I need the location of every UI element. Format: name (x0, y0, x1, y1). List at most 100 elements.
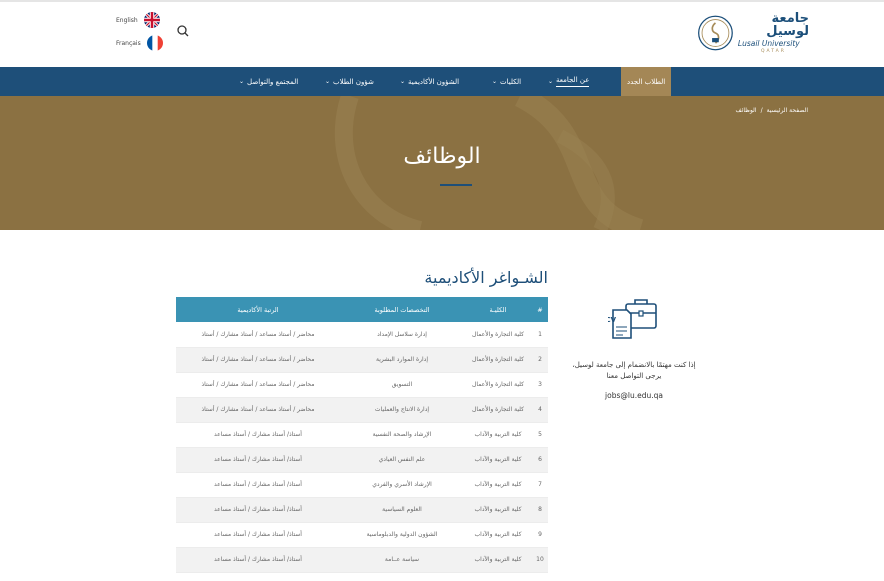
logo-english-text: Lusail University (737, 39, 800, 48)
contact-invitation-line2: يرجى التواصل معنا (606, 371, 662, 380)
table-cell-rank: أستاذ/ أستاذ مشارك / أستاذ مساعد (176, 447, 340, 473)
table-cell-number: 1 (532, 322, 548, 348)
table-row: 4 كلية التجارة والأعمال إدارة الانتاج وا… (176, 397, 548, 423)
nav-academic-affairs[interactable]: ⌄ الشؤون الأكاديمية (400, 67, 459, 96)
table-row: 7 كلية التربية والآداب الإرشاد الأسري وا… (176, 472, 548, 498)
table-cell-rank: محاضر / أستاذ مساعد / أستاذ مشارك / أستا… (176, 397, 340, 423)
nav-community-label: المجتمع والتواصل (247, 77, 299, 86)
table-header-college: الكليـة (464, 297, 532, 322)
section-title: الشـواغر الأكاديمية (424, 268, 548, 287)
table-cell-specialization: إدارة سلاسل الإمداد (340, 322, 464, 348)
table-cell-number: 10 (532, 547, 548, 573)
logo-country-text: QATAR (761, 48, 786, 54)
uk-flag-icon (143, 12, 160, 28)
table-cell-specialization: التسويق (340, 372, 464, 398)
breadcrumb-separator: / (760, 107, 763, 114)
language-english-link[interactable]: English (116, 12, 160, 28)
table-cell-specialization: إدارة الموارد البشرية (340, 347, 464, 373)
nav-new-students-label: الطلاب الجدد (627, 77, 666, 86)
table-cell-college: كلية التربية والآداب (464, 547, 532, 573)
table-row: 1 كلية التجارة والأعمال إدارة سلاسل الإم… (176, 322, 548, 348)
language-english-label: English (116, 16, 138, 24)
nav-colleges-label: الكليات (500, 77, 522, 86)
table-header-row: # الكليـة التخصصات المطلوبة الرتبة الأكا… (176, 297, 548, 322)
nav-new-students[interactable]: الطلاب الجدد (621, 67, 672, 96)
svg-text:CV: CV (608, 316, 617, 324)
search-icon (177, 25, 189, 37)
nav-community[interactable]: ⌄ المجتمع والتواصل (239, 67, 298, 96)
nav-student-affairs-label: شؤون الطلاب (333, 77, 374, 86)
chevron-down-icon: ⌄ (400, 78, 406, 85)
table-cell-specialization: علم النفس العيادي (340, 447, 464, 473)
table-cell-specialization: العلوم السياسية (340, 497, 464, 523)
academic-vacancies-table: # الكليـة التخصصات المطلوبة الرتبة الأكا… (176, 297, 548, 573)
chevron-down-icon: ⌄ (325, 78, 331, 85)
table-cell-specialization: سياسة عــامة (340, 547, 464, 573)
university-emblem (698, 15, 733, 51)
page-title: الوظائف (403, 144, 481, 169)
nav-about[interactable]: ⌄ عن الجامعة (548, 67, 590, 96)
table-cell-specialization: إدارة الانتاج والعمليات (340, 397, 464, 423)
nav-student-affairs[interactable]: ⌄ شؤون الطلاب (325, 67, 374, 96)
page-hero-banner: الصفحة الرئيسية / الوظائف الوظائف (0, 96, 884, 230)
search-button[interactable] (175, 23, 191, 39)
table-cell-college: كلية التربية والآداب (464, 422, 532, 448)
table-cell-college: كلية التربية والآداب (464, 497, 532, 523)
table-cell-number: 8 (532, 497, 548, 523)
table-cell-rank: أستاذ/ أستاذ مشارك / أستاذ مساعد (176, 547, 340, 573)
table-cell-college: كلية التربية والآداب (464, 447, 532, 473)
contact-box: CV إذا كنت مهتمًا بالانضمام إلى جامعة لو… (560, 296, 708, 400)
table-cell-rank: أستاذ/ أستاذ مشارك / أستاذ مساعد (176, 497, 340, 523)
table-cell-rank: أستاذ/ أستاذ مشارك / أستاذ مساعد (176, 422, 340, 448)
table-cell-rank: محاضر / أستاذ مساعد / أستاذ مشارك / أستا… (176, 372, 340, 398)
table-row: 3 كلية التجارة والأعمال التسويق محاضر / … (176, 372, 548, 398)
table-header-rank: الرتبة الأكاديمية (176, 297, 340, 322)
table-cell-number: 7 (532, 472, 548, 498)
table-cell-number: 2 (532, 347, 548, 373)
table-row: 9 كلية التربية والآداب الشؤون الدولية وا… (176, 522, 548, 548)
table-cell-rank: أستاذ/ أستاذ مشارك / أستاذ مساعد (176, 472, 340, 498)
table-cell-college: كلية التجارة والأعمال (464, 322, 532, 348)
language-french-link[interactable]: Français (116, 35, 163, 51)
table-header-number: # (532, 297, 548, 322)
breadcrumb-home-link[interactable]: الصفحة الرئيسية (767, 107, 808, 114)
contact-invitation-line1: إذا كنت مهتمًا بالانضمام إلى جامعة لوسيل… (572, 361, 696, 369)
table-cell-specialization: الإرشاد والصحة النفسية (340, 422, 464, 448)
table-cell-college: كلية التربية والآداب (464, 472, 532, 498)
table-cell-specialization: الشؤون الدولية والدبلوماسية (340, 522, 464, 548)
title-underline (440, 184, 472, 186)
contact-email-link[interactable]: jobs@lu.edu.qa (560, 391, 708, 400)
table-header-specialization: التخصصات المطلوبة (340, 297, 464, 322)
france-flag-icon (146, 35, 163, 51)
top-header: English Français جامعة لوسيل Lusail Univ… (0, 0, 884, 67)
table-row: 2 كلية التجارة والأعمال إدارة الموارد ال… (176, 347, 548, 373)
table-cell-number: 5 (532, 422, 548, 448)
briefcase-cv-icon: CV (608, 299, 657, 339)
university-logo[interactable]: جامعة لوسيل Lusail University QATAR (697, 10, 809, 56)
table-cell-specialization: الإرشاد الأسري والفردي (340, 472, 464, 498)
chevron-down-icon: ⌄ (492, 78, 498, 85)
main-navigation: الطلاب الجدد ⌄ عن الجامعة ⌄ الكليات ⌄ ال… (0, 67, 884, 96)
nav-colleges[interactable]: ⌄ الكليات (492, 67, 521, 96)
table-row: 5 كلية التربية والآداب الإرشاد والصحة ال… (176, 422, 548, 448)
table-cell-college: كلية التجارة والأعمال (464, 372, 532, 398)
table-row: 10 كلية التربية والآداب سياسة عــامة أست… (176, 547, 548, 573)
table-cell-number: 3 (532, 372, 548, 398)
logo-arabic-text: جامعة لوسيل (766, 11, 809, 39)
table-cell-college: كلية التجارة والأعمال (464, 397, 532, 423)
table-cell-number: 6 (532, 447, 548, 473)
table-cell-college: كلية التجارة والأعمال (464, 347, 532, 373)
table-cell-rank: محاضر / أستاذ مساعد / أستاذ مشارك / أستا… (176, 347, 340, 373)
chevron-down-icon: ⌄ (548, 78, 554, 85)
nav-about-label: عن الجامعة (556, 76, 590, 87)
breadcrumb-current: الوظائف (735, 107, 757, 114)
table-cell-rank: أستاذ/ أستاذ مشارك / أستاذ مساعد (176, 522, 340, 548)
breadcrumb: الصفحة الرئيسية / الوظائف (735, 107, 808, 114)
language-french-label: Français (116, 39, 141, 47)
table-row: 6 كلية التربية والآداب علم النفس العيادي… (176, 447, 548, 473)
table-cell-college: كلية التربية والآداب (464, 522, 532, 548)
table-cell-number: 4 (532, 397, 548, 423)
table-cell-number: 9 (532, 522, 548, 548)
chevron-down-icon: ⌄ (239, 78, 245, 85)
table-cell-rank: محاضر / أستاذ مساعد / أستاذ مشارك / أستا… (176, 322, 340, 348)
